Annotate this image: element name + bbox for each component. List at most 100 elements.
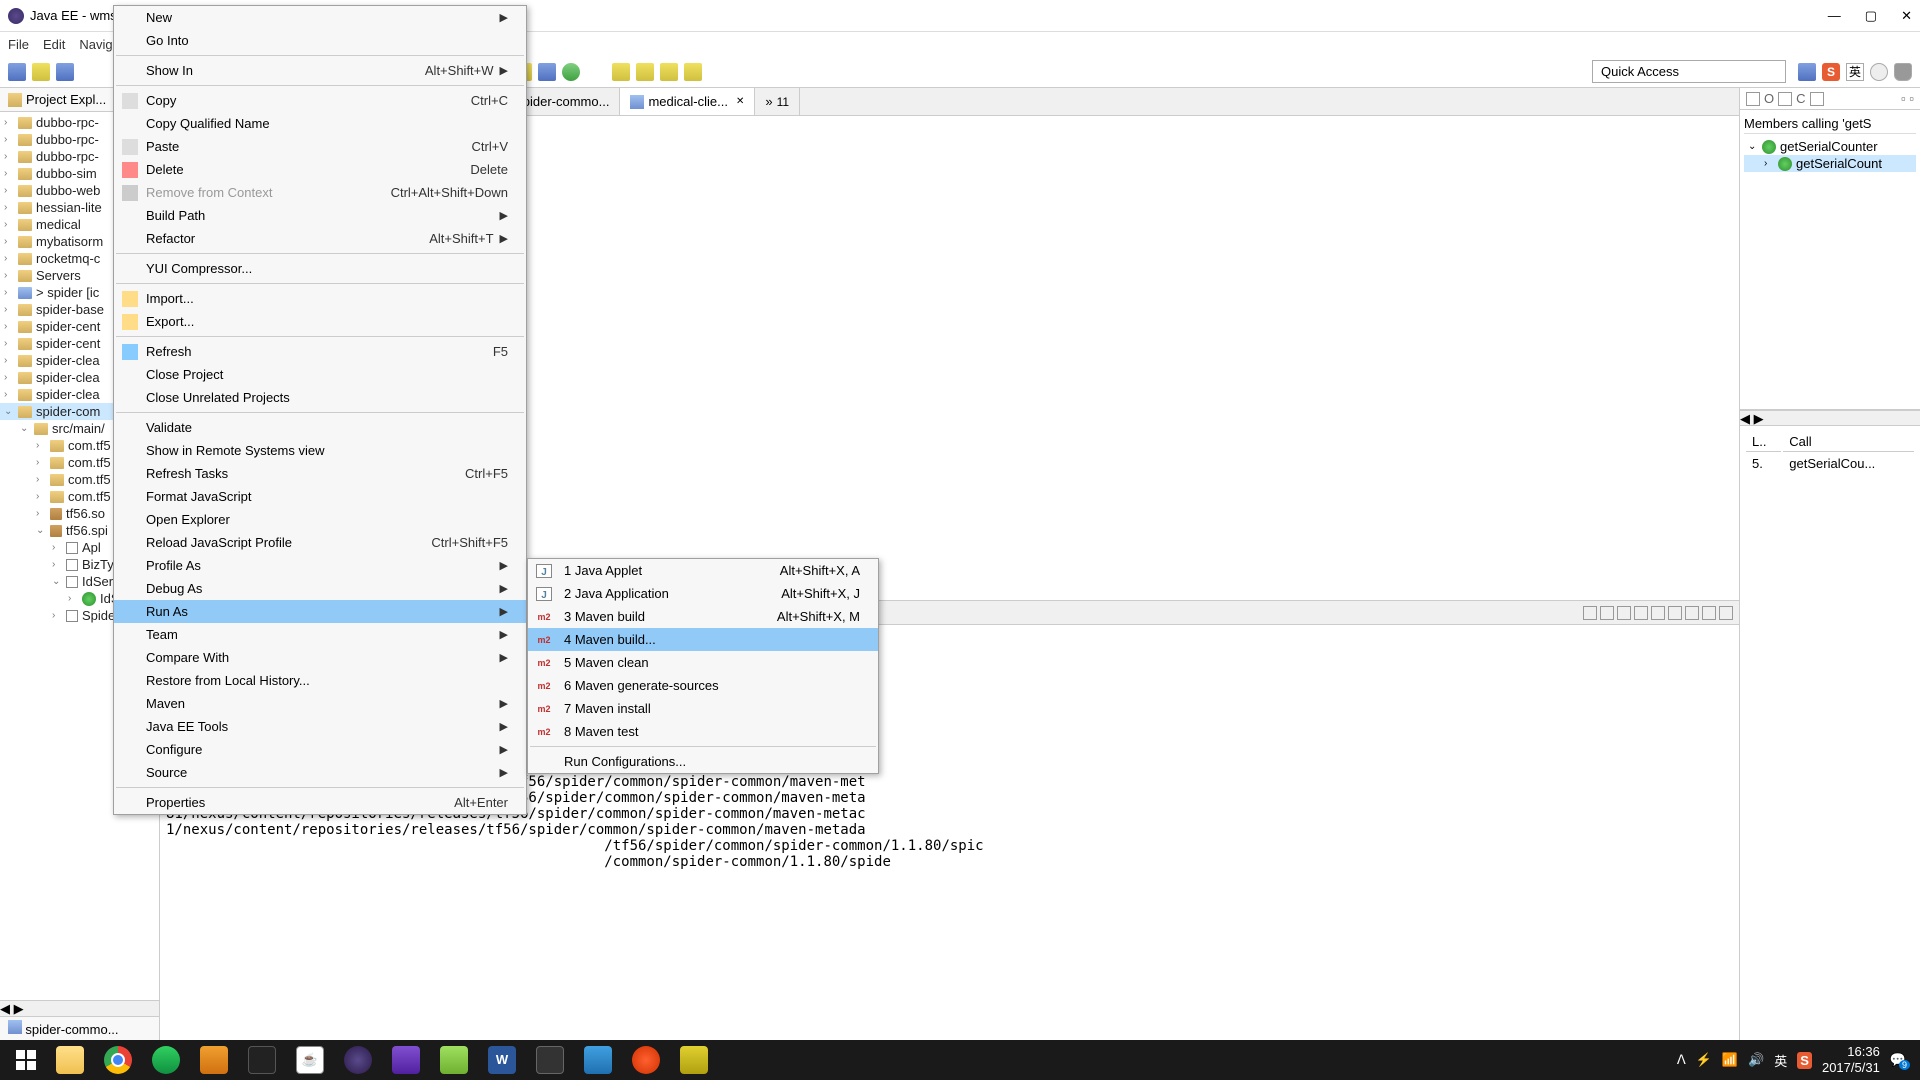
terminal-icon[interactable]: [238, 1040, 286, 1080]
toolbar-icon[interactable]: [1810, 92, 1824, 106]
h-scrollbar[interactable]: ◀ ▶: [0, 1000, 159, 1016]
submenu-item-run-configurations-[interactable]: Run Configurations...: [528, 750, 878, 773]
editor-tab[interactable]: medical-clie...✕: [620, 88, 755, 115]
action-center-icon[interactable]: 💬9: [1890, 1052, 1906, 1068]
menu-item-close-unrelated-projects[interactable]: Close Unrelated Projects: [114, 386, 526, 409]
run-as-submenu[interactable]: J1 Java AppletAlt+Shift+X, AJ2 Java Appl…: [527, 558, 879, 774]
toolbar-icon[interactable]: [660, 63, 678, 81]
submenu-item-maven-clean[interactable]: m25 Maven clean: [528, 651, 878, 674]
media-player-icon[interactable]: [142, 1040, 190, 1080]
menu-item-export-[interactable]: Export...: [114, 310, 526, 333]
table-row[interactable]: 5.getSerialCou...: [1746, 454, 1914, 473]
menu-item-build-path[interactable]: Build Path▶: [114, 204, 526, 227]
call-hierarchy-tree[interactable]: ⌄getSerialCounter›getSerialCount: [1744, 138, 1916, 172]
menu-item-team[interactable]: Team▶: [114, 623, 526, 646]
app-icon[interactable]: [670, 1040, 718, 1080]
chrome-icon[interactable]: [94, 1040, 142, 1080]
menu-edit[interactable]: Edit: [43, 37, 65, 52]
h-scrollbar[interactable]: ◀ ▶: [1740, 410, 1920, 426]
submenu-item-maven-test[interactable]: m28 Maven test: [528, 720, 878, 743]
toolbar-icon[interactable]: [56, 63, 74, 81]
toolbar-icon[interactable]: [684, 63, 702, 81]
submenu-item-java-applet[interactable]: J1 Java AppletAlt+Shift+X, A: [528, 559, 878, 582]
menu-item-configure[interactable]: Configure▶: [114, 738, 526, 761]
console-toolbar-icon[interactable]: [1634, 606, 1648, 620]
menu-item-refactor[interactable]: RefactorAlt+Shift+T▶: [114, 227, 526, 250]
toolbar-icon[interactable]: [8, 63, 26, 81]
menu-item-paste[interactable]: PasteCtrl+V: [114, 135, 526, 158]
menu-item-new[interactable]: New▶: [114, 6, 526, 29]
sogou-tray-icon[interactable]: S: [1822, 63, 1840, 81]
ime-icon[interactable]: 英: [1846, 63, 1864, 81]
toolbar-icon[interactable]: [32, 63, 50, 81]
menu-item-close-project[interactable]: Close Project: [114, 363, 526, 386]
toolbar-icon[interactable]: [636, 63, 654, 81]
close-button[interactable]: ✕: [1901, 8, 1912, 24]
close-tab-icon[interactable]: ✕: [736, 96, 744, 107]
task-view-icon[interactable]: [526, 1040, 574, 1080]
perspective-icon[interactable]: [1798, 63, 1816, 81]
call-hierarchy-item[interactable]: ›getSerialCount: [1744, 155, 1916, 172]
system-tray[interactable]: ᐱ ⚡ 📶 🔊 英 S 16:36 2017/5/31 💬9: [1677, 1044, 1914, 1075]
toolbar-icon[interactable]: [538, 63, 556, 81]
submenu-item-maven-install[interactable]: m27 Maven install: [528, 697, 878, 720]
menu-item-validate[interactable]: Validate: [114, 416, 526, 439]
context-menu[interactable]: New▶Go IntoShow InAlt+Shift+W▶CopyCtrl+C…: [113, 5, 527, 815]
wifi-icon[interactable]: 📶: [1722, 1052, 1738, 1068]
java-icon[interactable]: ☕: [286, 1040, 334, 1080]
toolbar-icon[interactable]: [562, 63, 580, 81]
call-hierarchy-item[interactable]: ⌄getSerialCounter: [1744, 138, 1916, 155]
menu-item-refresh[interactable]: RefreshF5: [114, 340, 526, 363]
app-icon[interactable]: [622, 1040, 670, 1080]
menu-file[interactable]: File: [8, 37, 29, 52]
menu-item-delete[interactable]: DeleteDelete: [114, 158, 526, 181]
submenu-item-maven-build-[interactable]: m24 Maven build...: [528, 628, 878, 651]
toolbar-icon[interactable]: [1778, 92, 1792, 106]
tray-chevron-icon[interactable]: ᐱ: [1677, 1052, 1686, 1068]
menu-item-restore-from-local-history-[interactable]: Restore from Local History...: [114, 669, 526, 692]
console-toolbar-icon[interactable]: [1702, 606, 1716, 620]
table-header[interactable]: Call: [1783, 432, 1914, 452]
console-toolbar-icon[interactable]: [1651, 606, 1665, 620]
ime-tray-icon[interactable]: 英: [1774, 1051, 1787, 1070]
toolbar-icon[interactable]: [612, 63, 630, 81]
moon-icon[interactable]: [1870, 63, 1888, 81]
submenu-item-java-application[interactable]: J2 Java ApplicationAlt+Shift+X, J: [528, 582, 878, 605]
console-toolbar-icon[interactable]: [1617, 606, 1631, 620]
sogou-tray-icon[interactable]: S: [1797, 1052, 1812, 1069]
menu-item-compare-with[interactable]: Compare With▶: [114, 646, 526, 669]
console-toolbar-icon[interactable]: [1600, 606, 1614, 620]
dolphin-icon[interactable]: [382, 1040, 430, 1080]
toolbar-icon[interactable]: [1746, 92, 1760, 106]
maximize-button[interactable]: ▢: [1865, 8, 1877, 24]
quick-access-input[interactable]: [1592, 60, 1786, 83]
clock[interactable]: 16:36 2017/5/31: [1822, 1044, 1880, 1075]
battery-icon[interactable]: ⚡: [1696, 1052, 1712, 1068]
eclipse-icon[interactable]: [334, 1040, 382, 1080]
menu-item-go-into[interactable]: Go Into: [114, 29, 526, 52]
menu-item-profile-as[interactable]: Profile As▶: [114, 554, 526, 577]
file-explorer-icon[interactable]: [46, 1040, 94, 1080]
app-icon[interactable]: [190, 1040, 238, 1080]
menu-item-java-ee-tools[interactable]: Java EE Tools▶: [114, 715, 526, 738]
console-toolbar-icon[interactable]: [1685, 606, 1699, 620]
more-tabs[interactable]: »11: [755, 88, 800, 115]
menu-item-yui-compressor-[interactable]: YUI Compressor...: [114, 257, 526, 280]
menu-item-copy-qualified-name[interactable]: Copy Qualified Name: [114, 112, 526, 135]
menu-item-reload-javascript-profile[interactable]: Reload JavaScript ProfileCtrl+Shift+F5: [114, 531, 526, 554]
menu-item-run-as[interactable]: Run As▶: [114, 600, 526, 623]
console-toolbar-icon[interactable]: [1583, 606, 1597, 620]
menu-item-format-javascript[interactable]: Format JavaScript: [114, 485, 526, 508]
table-header[interactable]: L..: [1746, 432, 1781, 452]
app-icon[interactable]: [430, 1040, 478, 1080]
console-toolbar-icon[interactable]: [1668, 606, 1682, 620]
menu-item-debug-as[interactable]: Debug As▶: [114, 577, 526, 600]
shirt-icon[interactable]: [1894, 63, 1912, 81]
menu-item-properties[interactable]: PropertiesAlt+Enter: [114, 791, 526, 814]
call-locations-table[interactable]: L..Call 5.getSerialCou...: [1744, 430, 1916, 475]
bottom-tab[interactable]: spider-commo...: [0, 1016, 159, 1040]
menu-item-refresh-tasks[interactable]: Refresh TasksCtrl+F5: [114, 462, 526, 485]
menu-navig[interactable]: Navig: [79, 37, 112, 52]
menu-item-show-in-remote-systems-view[interactable]: Show in Remote Systems view: [114, 439, 526, 462]
menu-item-maven[interactable]: Maven▶: [114, 692, 526, 715]
